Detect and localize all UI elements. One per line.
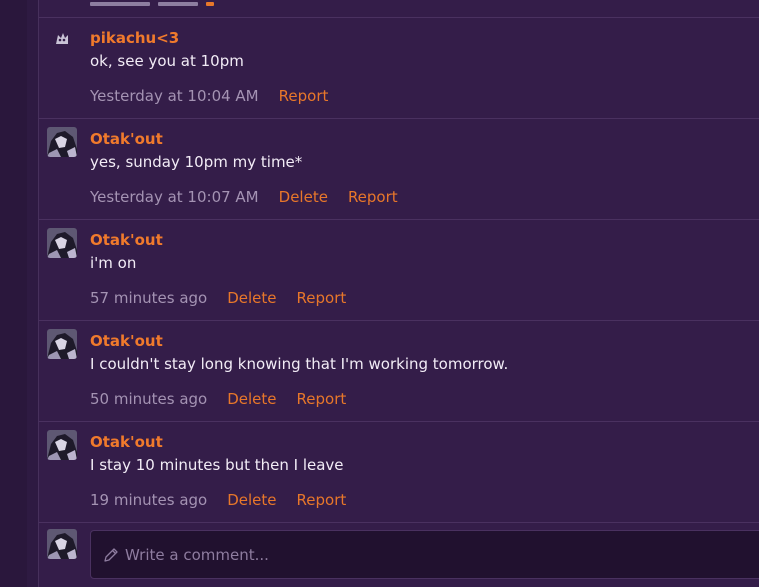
avatar[interactable] bbox=[47, 430, 77, 460]
delete-link[interactable]: Delete bbox=[227, 390, 276, 408]
avatar[interactable] bbox=[47, 228, 77, 258]
comment-text: I stay 10 minutes but then I leave bbox=[90, 456, 344, 474]
comment-meta: Yesterday at 10:04 AM Report bbox=[90, 87, 328, 105]
username[interactable]: Otak'out bbox=[90, 433, 163, 451]
comment-item: Otak'out yes, sunday 10pm my time* Yeste… bbox=[39, 119, 759, 219]
divider bbox=[39, 522, 759, 523]
avatar[interactable] bbox=[47, 127, 77, 157]
delete-link[interactable]: Delete bbox=[227, 289, 276, 307]
comment-item: Otak'out I stay 10 minutes but then I le… bbox=[39, 422, 759, 522]
comment-item: pikachu<3 ok, see you at 10pm Yesterday … bbox=[39, 18, 759, 118]
report-link[interactable]: Report bbox=[297, 491, 347, 509]
comment-text: ok, see you at 10pm bbox=[90, 52, 244, 70]
comment-thread: pikachu<3 ok, see you at 10pm Yesterday … bbox=[38, 0, 759, 587]
current-user-avatar bbox=[47, 529, 77, 559]
avatar[interactable] bbox=[53, 30, 71, 48]
avatar[interactable] bbox=[47, 329, 77, 359]
comment-text: I couldn't stay long knowing that I'm wo… bbox=[90, 355, 509, 373]
report-link[interactable]: Report bbox=[297, 390, 347, 408]
delete-link[interactable]: Delete bbox=[279, 188, 328, 206]
comment-input[interactable]: Write a comment... bbox=[90, 530, 759, 579]
comment-meta: Yesterday at 10:07 AM Delete Report bbox=[90, 188, 398, 206]
comment-text: yes, sunday 10pm my time* bbox=[90, 153, 303, 171]
report-link[interactable]: Report bbox=[279, 87, 329, 105]
timestamp[interactable]: 19 minutes ago bbox=[90, 491, 207, 509]
report-link[interactable]: Report bbox=[297, 289, 347, 307]
comment-item: Otak'out i'm on 57 minutes ago Delete Re… bbox=[39, 220, 759, 320]
previous-comment-meta bbox=[90, 0, 214, 6]
pencil-icon bbox=[104, 547, 118, 562]
comment-meta: 57 minutes ago Delete Report bbox=[90, 289, 346, 307]
username[interactable]: Otak'out bbox=[90, 130, 163, 148]
report-link[interactable]: Report bbox=[348, 188, 398, 206]
comment-meta: 50 minutes ago Delete Report bbox=[90, 390, 346, 408]
left-gutter bbox=[0, 0, 27, 587]
comment-item: Otak'out I couldn't stay long knowing th… bbox=[39, 321, 759, 421]
username[interactable]: Otak'out bbox=[90, 231, 163, 249]
username[interactable]: Otak'out bbox=[90, 332, 163, 350]
comment-meta: 19 minutes ago Delete Report bbox=[90, 491, 346, 509]
timestamp[interactable]: Yesterday at 10:07 AM bbox=[90, 188, 259, 206]
timestamp[interactable]: Yesterday at 10:04 AM bbox=[90, 87, 259, 105]
delete-link[interactable]: Delete bbox=[227, 491, 276, 509]
comment-text: i'm on bbox=[90, 254, 137, 272]
timestamp[interactable]: 50 minutes ago bbox=[90, 390, 207, 408]
username[interactable]: pikachu<3 bbox=[90, 29, 179, 47]
comment-placeholder: Write a comment... bbox=[125, 545, 269, 564]
timestamp[interactable]: 57 minutes ago bbox=[90, 289, 207, 307]
